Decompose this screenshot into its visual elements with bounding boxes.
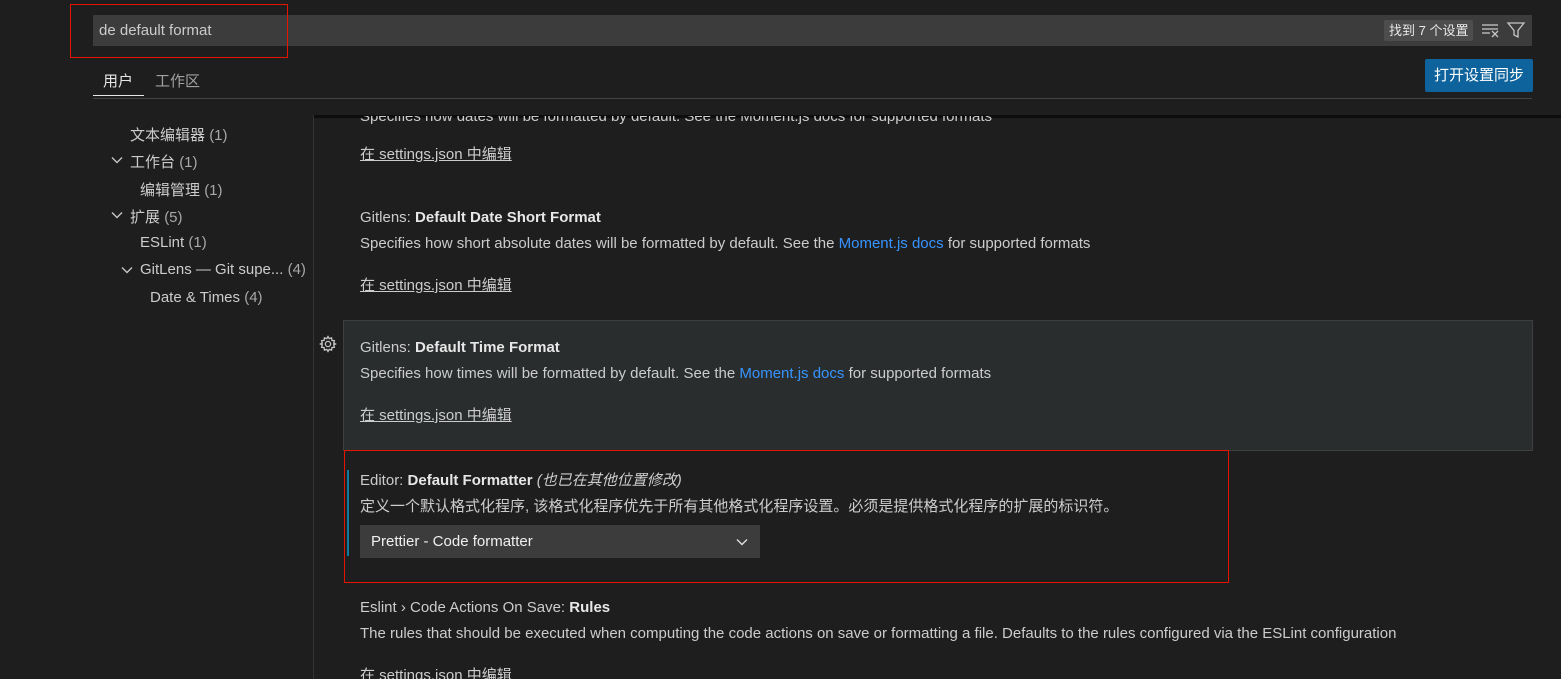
tab-workspace[interactable]: 工作区 <box>155 70 200 91</box>
tabs-divider <box>93 98 1532 99</box>
toc-label: 工作台 <box>130 154 176 171</box>
toc-item-eslint[interactable]: ESLint (1) <box>140 234 207 251</box>
toc-count: (1) <box>209 127 228 144</box>
setting-description: 定义一个默认格式化程序, 该格式化程序优先于所有其他格式化程序设置。必须是提供格… <box>360 498 1119 515</box>
setting-title: Gitlens: Default Date Short Format <box>360 209 601 226</box>
select-value: Prettier - Code formatter <box>371 533 533 550</box>
moment-docs-link[interactable]: Moment.js docs <box>739 365 844 382</box>
setting-name: Default Formatter <box>407 472 533 489</box>
clear-filter-icon[interactable] <box>1481 21 1501 39</box>
toc-label: Date & Times <box>150 289 241 306</box>
toc-divider <box>313 115 314 679</box>
toc-label: GitLens — Git supe... <box>140 261 284 278</box>
setting-category: Gitlens: <box>360 339 416 356</box>
description-text: for supported formats <box>844 365 992 382</box>
toc-count: (4) <box>287 261 306 278</box>
edit-in-settings-json-link[interactable]: 在 settings.json 中编辑 <box>360 404 512 425</box>
setting-title: Editor: Default Formatter (也已在其他位置修改) <box>360 469 682 490</box>
chevron-down-icon[interactable] <box>120 263 134 277</box>
toc-label: ESLint <box>140 234 185 251</box>
toc-item-editor-management[interactable]: 编辑管理 (1) <box>140 179 223 200</box>
search-result-count: 找到 7 个设置 <box>1384 20 1474 41</box>
active-tab-indicator <box>93 95 144 96</box>
toc-label: 扩展 <box>130 209 161 226</box>
description-text: Specifies how times will be formatted by… <box>360 365 740 382</box>
setting-description: Specifies how short absolute dates will … <box>360 235 1090 252</box>
description-text: for supported formats <box>943 235 1091 252</box>
tab-user[interactable]: 用户 <box>103 70 133 91</box>
setting-name: Rules <box>569 599 611 616</box>
default-formatter-select[interactable]: Prettier - Code formatter <box>360 525 760 558</box>
description-text: Specifies how short absolute dates will … <box>360 235 839 252</box>
setting-category: Editor: <box>360 472 408 489</box>
chevron-down-icon <box>736 539 748 546</box>
toc-item-text-editor[interactable]: 文本编辑器 (1) <box>130 124 228 145</box>
setting-name: Default Time Format <box>415 339 560 356</box>
toc-label: 文本编辑器 <box>130 127 206 144</box>
toc-count: (1) <box>179 154 198 171</box>
toc-item-workbench[interactable]: 工作台 (1) <box>130 151 198 172</box>
chevron-down-icon[interactable] <box>110 153 124 167</box>
setting-description-scrolled: Specifies how dates will be formatted by… <box>360 108 992 125</box>
open-settings-sync-button[interactable]: 打开设置同步 <box>1425 59 1533 92</box>
setting-name: Default Date Short Format <box>415 209 601 226</box>
edit-in-settings-json-link[interactable]: 在 settings.json 中编辑 <box>360 664 512 679</box>
toc-item-extensions[interactable]: 扩展 (5) <box>130 206 183 227</box>
setting-category: Gitlens: <box>360 209 416 226</box>
setting-category: Eslint › Code Actions On Save: <box>360 599 570 616</box>
setting-title: Gitlens: Default Time Format <box>360 339 560 356</box>
toc-item-date-times[interactable]: Date & Times (4) <box>150 289 263 306</box>
filter-icon[interactable] <box>1506 21 1526 39</box>
toc-count: (1) <box>204 182 223 199</box>
edit-in-settings-json-link[interactable]: 在 settings.json 中编辑 <box>360 274 512 295</box>
toc-count: (1) <box>188 234 207 251</box>
setting-description: Specifies how times will be formatted by… <box>360 365 991 382</box>
edit-in-settings-json-link[interactable]: 在 settings.json 中编辑 <box>360 143 512 164</box>
modified-indicator <box>347 470 349 556</box>
toc-count: (4) <box>244 289 263 306</box>
settings-search-box[interactable]: de default format 找到 7 个设置 <box>93 15 1532 46</box>
gear-icon[interactable] <box>319 335 337 353</box>
chevron-down-icon[interactable] <box>110 208 124 222</box>
toc-label: 编辑管理 <box>140 182 201 199</box>
toc-count: (5) <box>164 209 183 226</box>
toc-item-gitlens[interactable]: GitLens — Git supe... (4) <box>140 261 306 278</box>
moment-docs-link[interactable]: Moment.js docs <box>839 235 944 252</box>
modified-elsewhere-note[interactable]: (也已在其他位置修改) <box>537 472 682 489</box>
setting-title: Eslint › Code Actions On Save: Rules <box>360 599 610 616</box>
search-highlight-box <box>70 4 288 58</box>
setting-description: The rules that should be executed when c… <box>360 625 1397 642</box>
